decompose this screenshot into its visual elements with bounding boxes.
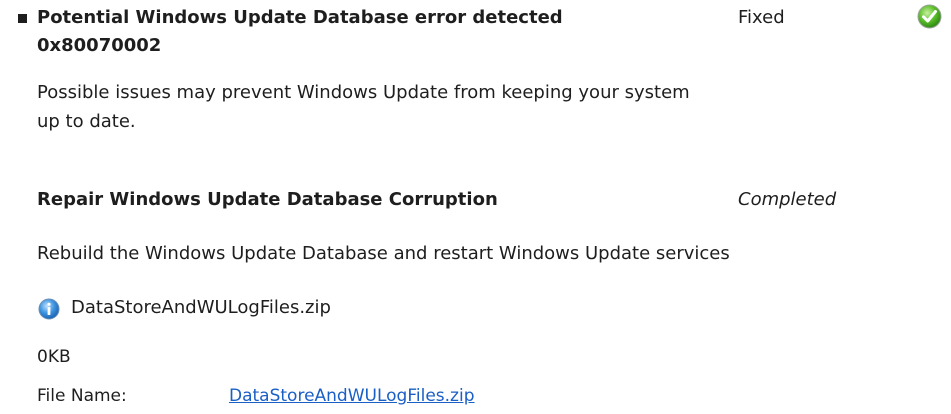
green-check-icon [917, 4, 942, 29]
file-name-label: File Name: [37, 386, 127, 406]
attachment-size: 0KB [37, 347, 71, 367]
issue-status: Fixed [738, 7, 785, 28]
bullet-square-icon [18, 14, 27, 23]
issue-description: Possible issues may prevent Windows Upda… [37, 82, 690, 132]
resolution-status: Completed [738, 189, 837, 210]
resolution-title: Repair Windows Update Database Corruptio… [37, 189, 498, 210]
info-icon [38, 298, 60, 320]
issue-title: Potential Windows Update Database error … [37, 7, 563, 56]
attachment-name: DataStoreAndWULogFiles.zip [71, 297, 331, 318]
resolution-description: Rebuild the Windows Update Database and … [37, 243, 730, 264]
file-name-link[interactable]: DataStoreAndWULogFiles.zip [229, 383, 474, 409]
troubleshooter-report: Potential Windows Update Database error … [0, 0, 951, 414]
